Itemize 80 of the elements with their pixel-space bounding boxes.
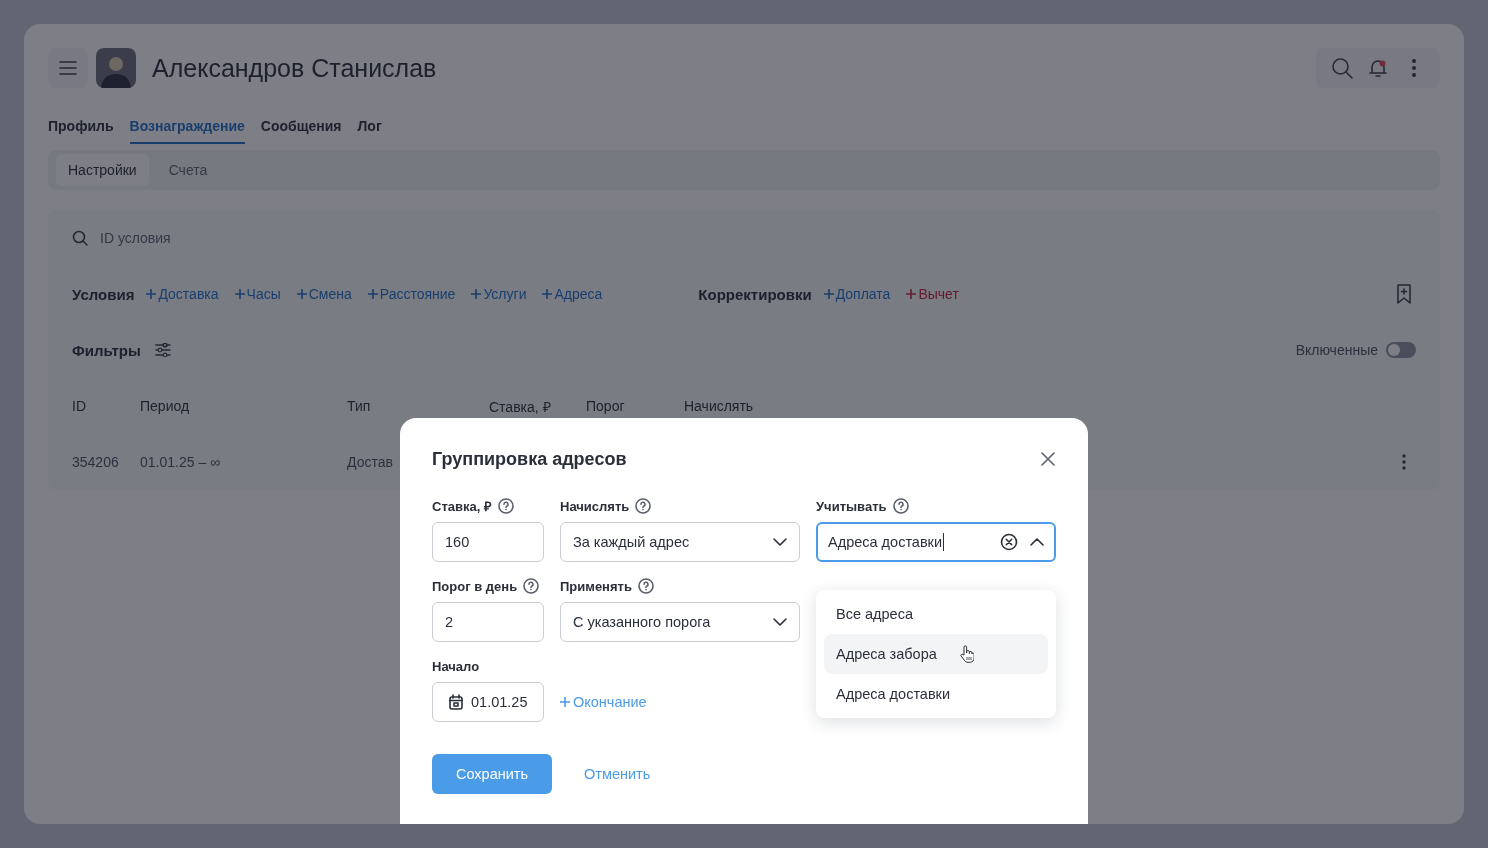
dropdown-option[interactable]: Адреса забора — [824, 634, 1048, 674]
plus-icon — [471, 289, 482, 299]
plus-icon — [823, 289, 834, 299]
field-label: Начало — [432, 658, 480, 674]
date-field[interactable]: 01.01.25 — [432, 682, 544, 722]
chevron-down-icon — [773, 618, 787, 626]
search-icon — [1331, 57, 1353, 79]
add-link[interactable]: Доставка — [146, 286, 219, 302]
help-icon — [635, 498, 652, 514]
help-icon — [523, 578, 540, 594]
cancel-link[interactable]: Отменить — [584, 766, 651, 782]
add-link[interactable]: Адреса — [542, 286, 603, 302]
dropdown-option[interactable]: Все адреса — [824, 594, 1048, 634]
help-icon — [892, 498, 909, 514]
help-icon — [637, 578, 654, 594]
input-field[interactable]: 2 — [432, 602, 544, 642]
save-button[interactable]: Сохранить — [432, 754, 552, 794]
close-button[interactable] — [1040, 451, 1056, 467]
menu-icon — [59, 61, 77, 75]
kebab-icon — [1402, 454, 1406, 470]
plus-icon — [296, 289, 307, 299]
add-link[interactable]: Часы — [234, 286, 281, 302]
search-field[interactable]: ID условия — [100, 230, 171, 246]
add-link[interactable]: Услуги — [471, 286, 527, 302]
column-header: Порог — [586, 398, 626, 414]
chevron-down-icon — [773, 538, 787, 546]
select-field[interactable]: За каждый адрес — [560, 522, 800, 562]
kebab-icon — [1412, 59, 1416, 77]
input-field[interactable]: 160 — [432, 522, 544, 562]
clear-icon[interactable] — [1000, 533, 1018, 551]
column-header: Период — [140, 398, 191, 414]
column-header: ID — [72, 398, 87, 414]
chevron-up-icon — [1030, 538, 1044, 546]
calendar-icon — [449, 694, 463, 710]
plus-icon — [367, 289, 378, 299]
plus-icon — [146, 289, 157, 299]
field-label: Учитывать — [816, 498, 887, 514]
toggle-switch[interactable] — [1386, 342, 1416, 358]
select-field[interactable]: Адреса доставки — [816, 522, 1056, 562]
sliders-icon — [154, 343, 171, 357]
close-icon — [1040, 451, 1056, 467]
tab[interactable]: Сообщения — [260, 112, 342, 144]
field-label: Применять — [560, 578, 632, 594]
subtab[interactable]: Настройки — [56, 154, 149, 186]
avatar — [96, 48, 136, 88]
table-cell-text: 354206 — [72, 454, 120, 470]
add-link[interactable]: Смена — [296, 286, 352, 302]
tab[interactable]: Вознаграждение — [129, 112, 245, 144]
section-title: Корректировки — [698, 285, 812, 303]
column-header: Ставка, ₽ — [489, 397, 552, 416]
add-link[interactable]: Доплата — [823, 286, 891, 302]
end-date-link[interactable]: Окончание — [560, 682, 647, 722]
plus-icon — [560, 697, 570, 707]
section-title: Фильтры — [72, 341, 141, 359]
tab[interactable]: Профиль — [48, 112, 114, 144]
plus-icon — [906, 289, 917, 299]
plus-icon — [234, 289, 245, 299]
field-label: Начислять — [560, 498, 630, 514]
field-label: Ставка, ₽ — [432, 498, 492, 515]
hand-cursor-icon — [960, 645, 974, 663]
field-label: Порог в день — [432, 578, 518, 594]
bell-icon — [1369, 58, 1387, 78]
column-header: Начислять — [684, 398, 755, 414]
dropdown-option[interactable]: Адреса доставки — [824, 674, 1048, 714]
add-link[interactable]: Расстояние — [367, 286, 456, 302]
section-title: Условия — [72, 285, 135, 303]
search-icon — [72, 230, 88, 246]
subtab[interactable]: Счета — [156, 154, 220, 186]
select-field[interactable]: С указанного порога — [560, 602, 800, 642]
add-link[interactable]: Вычет — [906, 286, 959, 302]
plus-icon — [542, 289, 553, 299]
dialog-title: Группировка адресов — [432, 448, 627, 470]
help-icon — [497, 498, 514, 514]
bookmark-icon — [1396, 284, 1412, 304]
toggle-label: Включенные — [1295, 342, 1378, 358]
page-title: Александров Станислав — [152, 53, 437, 83]
tab[interactable]: Лог — [357, 112, 382, 144]
column-header: Тип — [347, 398, 372, 414]
menu-button[interactable] — [48, 48, 88, 88]
table-cell-text: 01.01.25 – ∞ — [140, 454, 222, 470]
